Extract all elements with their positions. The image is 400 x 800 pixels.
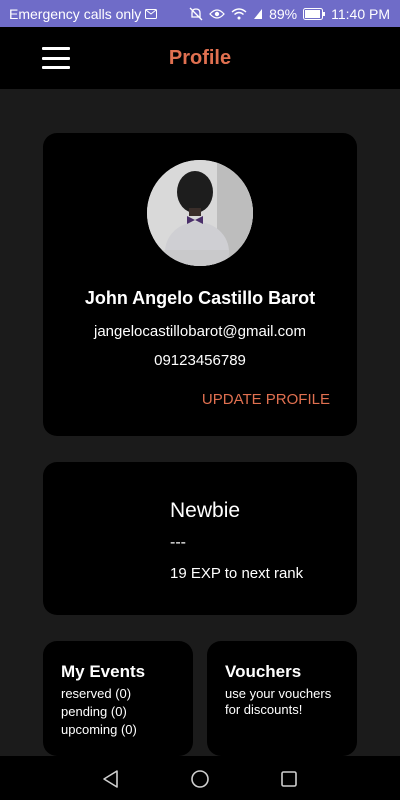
hamburger-menu-icon[interactable] (42, 47, 70, 69)
app-bar: Profile (0, 27, 400, 89)
message-icon (145, 8, 158, 19)
rank-exp-text: 19 EXP to next rank (170, 565, 304, 582)
profile-name: John Angelo Castillo Barot (84, 288, 316, 308)
events-reserved: reserved (0) (61, 686, 132, 701)
vouchers-title: Vouchers (225, 662, 302, 681)
vouchers-line-2: for discounts! (225, 702, 303, 717)
page-title: Profile (168, 46, 232, 69)
wifi-icon (231, 7, 247, 20)
my-events-card[interactable]: My Events reserved (0) pending (0) upcom… (43, 641, 193, 756)
rank-divider-text: --- (170, 534, 186, 551)
eye-icon (209, 8, 225, 20)
profile-phone: 09123456789 (154, 352, 246, 369)
battery-percent: 89% (269, 5, 298, 22)
update-profile-button[interactable]: UPDATE PROFILE (202, 391, 330, 408)
screen: Emergency calls only 89% 11:40 PM Profil… (0, 0, 400, 800)
vouchers-card[interactable]: Vouchers use your vouchers for discounts… (207, 641, 357, 756)
signal-icon (253, 8, 263, 20)
profile-card: John Angelo Castillo Barot jangelocastil… (43, 133, 357, 436)
clock: 11:40 PM (331, 5, 390, 22)
home-icon[interactable] (189, 768, 211, 790)
profile-email: jangelocastillobarot@gmail.com (94, 323, 306, 340)
events-upcoming: upcoming (0) (61, 722, 137, 737)
rank-card: Newbie --- 19 EXP to next rank (43, 462, 357, 615)
mute-icon (189, 7, 203, 21)
battery-icon (303, 7, 326, 20)
back-icon[interactable] (100, 768, 122, 790)
rank-name: Newbie (170, 499, 241, 522)
status-bar: Emergency calls only 89% 11:40 PM (0, 0, 400, 27)
my-events-title: My Events (61, 662, 146, 681)
recents-icon[interactable] (278, 768, 300, 790)
avatar (147, 160, 253, 266)
vouchers-line-1: use your vouchers (225, 686, 332, 701)
carrier-text: Emergency calls only (9, 5, 142, 22)
navigation-bar (0, 756, 400, 800)
events-pending: pending (0) (61, 704, 127, 719)
